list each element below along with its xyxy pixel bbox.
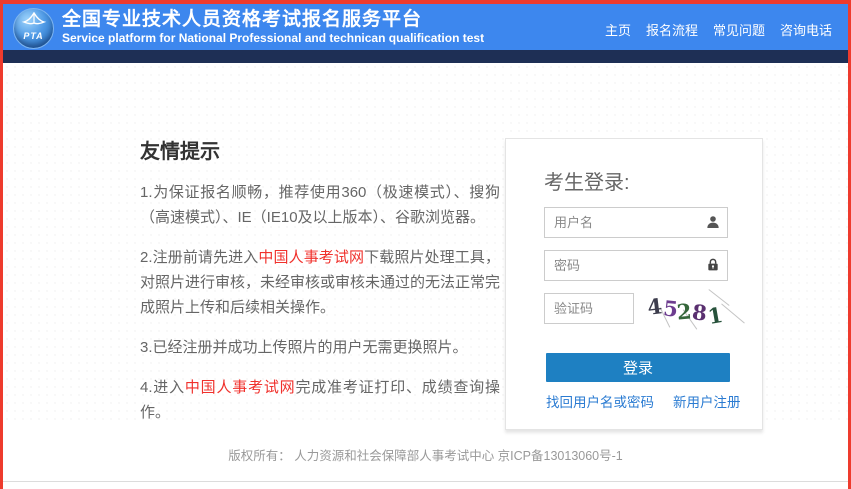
cpta-link[interactable]: 中国人事考试网 — [185, 379, 296, 396]
password-row — [544, 250, 728, 281]
lock-icon — [708, 258, 718, 271]
main-content: 友情提示 1.为保证报名顺畅，推荐使用360（极速模式）、搜狗（高速模式）、IE… — [3, 63, 848, 430]
tip-text: 3.已经注册并成功上传照片的用户无需更换照片。 — [140, 339, 468, 356]
captcha-image[interactable]: 4 5 2 8 1 — [644, 289, 745, 330]
username-row — [544, 207, 728, 238]
nav-home-link[interactable]: 主页 — [605, 20, 631, 39]
header-titles: 全国专业技术人员资格考试报名服务平台 Service platform for … — [62, 9, 484, 46]
tip-text: 1.为保证报名顺畅，推荐使用360（极速模式）、搜狗（高速模式）、IE（IE10… — [140, 184, 500, 226]
header: PTA 全国专业技术人员资格考试报名服务平台 Service platform … — [3, 4, 848, 50]
login-button[interactable]: 登录 — [546, 353, 730, 382]
tips-heading: 友情提示 — [140, 141, 220, 163]
bottom-divider — [3, 481, 848, 482]
forgot-credentials-link[interactable]: 找回用户名或密码 — [546, 391, 654, 411]
pta-logo-icon: PTA — [13, 7, 54, 49]
top-nav: 主页 报名流程 常见问题 咨询电话 — [605, 20, 832, 39]
login-panel: 考生登录: 用户名 验证码 4 5 2 8 1 登录 找回用户名或密码 新用户注… — [505, 138, 763, 430]
password-input[interactable] — [544, 250, 728, 281]
nav-process-link[interactable]: 报名流程 — [646, 20, 698, 39]
captcha-digit: 1 — [705, 301, 725, 330]
tip-text: 2.注册前请先进入 — [140, 249, 259, 266]
cpta-link[interactable]: 中国人事考试网 — [258, 249, 364, 266]
logo-text: PTA — [23, 30, 44, 41]
new-user-register-link[interactable]: 新用户注册 — [673, 391, 741, 411]
captcha-input[interactable] — [544, 293, 634, 324]
captcha-digits: 4 5 2 8 1 — [644, 291, 740, 330]
captcha-row: 4 5 2 8 1 — [544, 289, 745, 330]
nav-faq-link[interactable]: 常见问题 — [713, 20, 765, 39]
tips-section: 友情提示 1.为保证报名顺畅，推荐使用360（极速模式）、搜狗（高速模式）、IE… — [140, 135, 500, 440]
tip-item: 3.已经注册并成功上传照片的用户无需更换照片。 — [140, 335, 500, 360]
login-links: 找回用户名或密码 新用户注册 — [546, 391, 762, 411]
login-title: 考生登录: — [544, 172, 630, 194]
page: PTA 全国专业技术人员资格考试报名服务平台 Service platform … — [0, 0, 851, 489]
footer: 版权所有： 人力资源和社会保障部人事考试中心 京ICP备13013060号-1 — [3, 445, 848, 465]
tip-item: 1.为保证报名顺畅，推荐使用360（极速模式）、搜狗（高速模式）、IE（IE10… — [140, 180, 500, 230]
site-title: 全国专业技术人员资格考试报名服务平台 — [62, 8, 423, 30]
lotus-icon — [21, 11, 47, 24]
copyright-text: 版权所有： 人力资源和社会保障部人事考试中心 京ICP备13013060号-1 — [228, 449, 623, 463]
sub-header-bar — [3, 50, 848, 63]
tip-item: 2.注册前请先进入中国人事考试网下载照片处理工具，对照片进行审核，未经审核或审核… — [140, 245, 500, 320]
nav-phone-link[interactable]: 咨询电话 — [780, 20, 832, 39]
site-subtitle: Service platform for National Profession… — [62, 30, 485, 45]
username-input[interactable] — [544, 207, 728, 238]
tip-text: 4.进入 — [140, 379, 185, 396]
tip-item: 4.进入中国人事考试网完成准考证打印、成绩查询操作。 — [140, 375, 500, 425]
user-icon — [707, 216, 719, 228]
